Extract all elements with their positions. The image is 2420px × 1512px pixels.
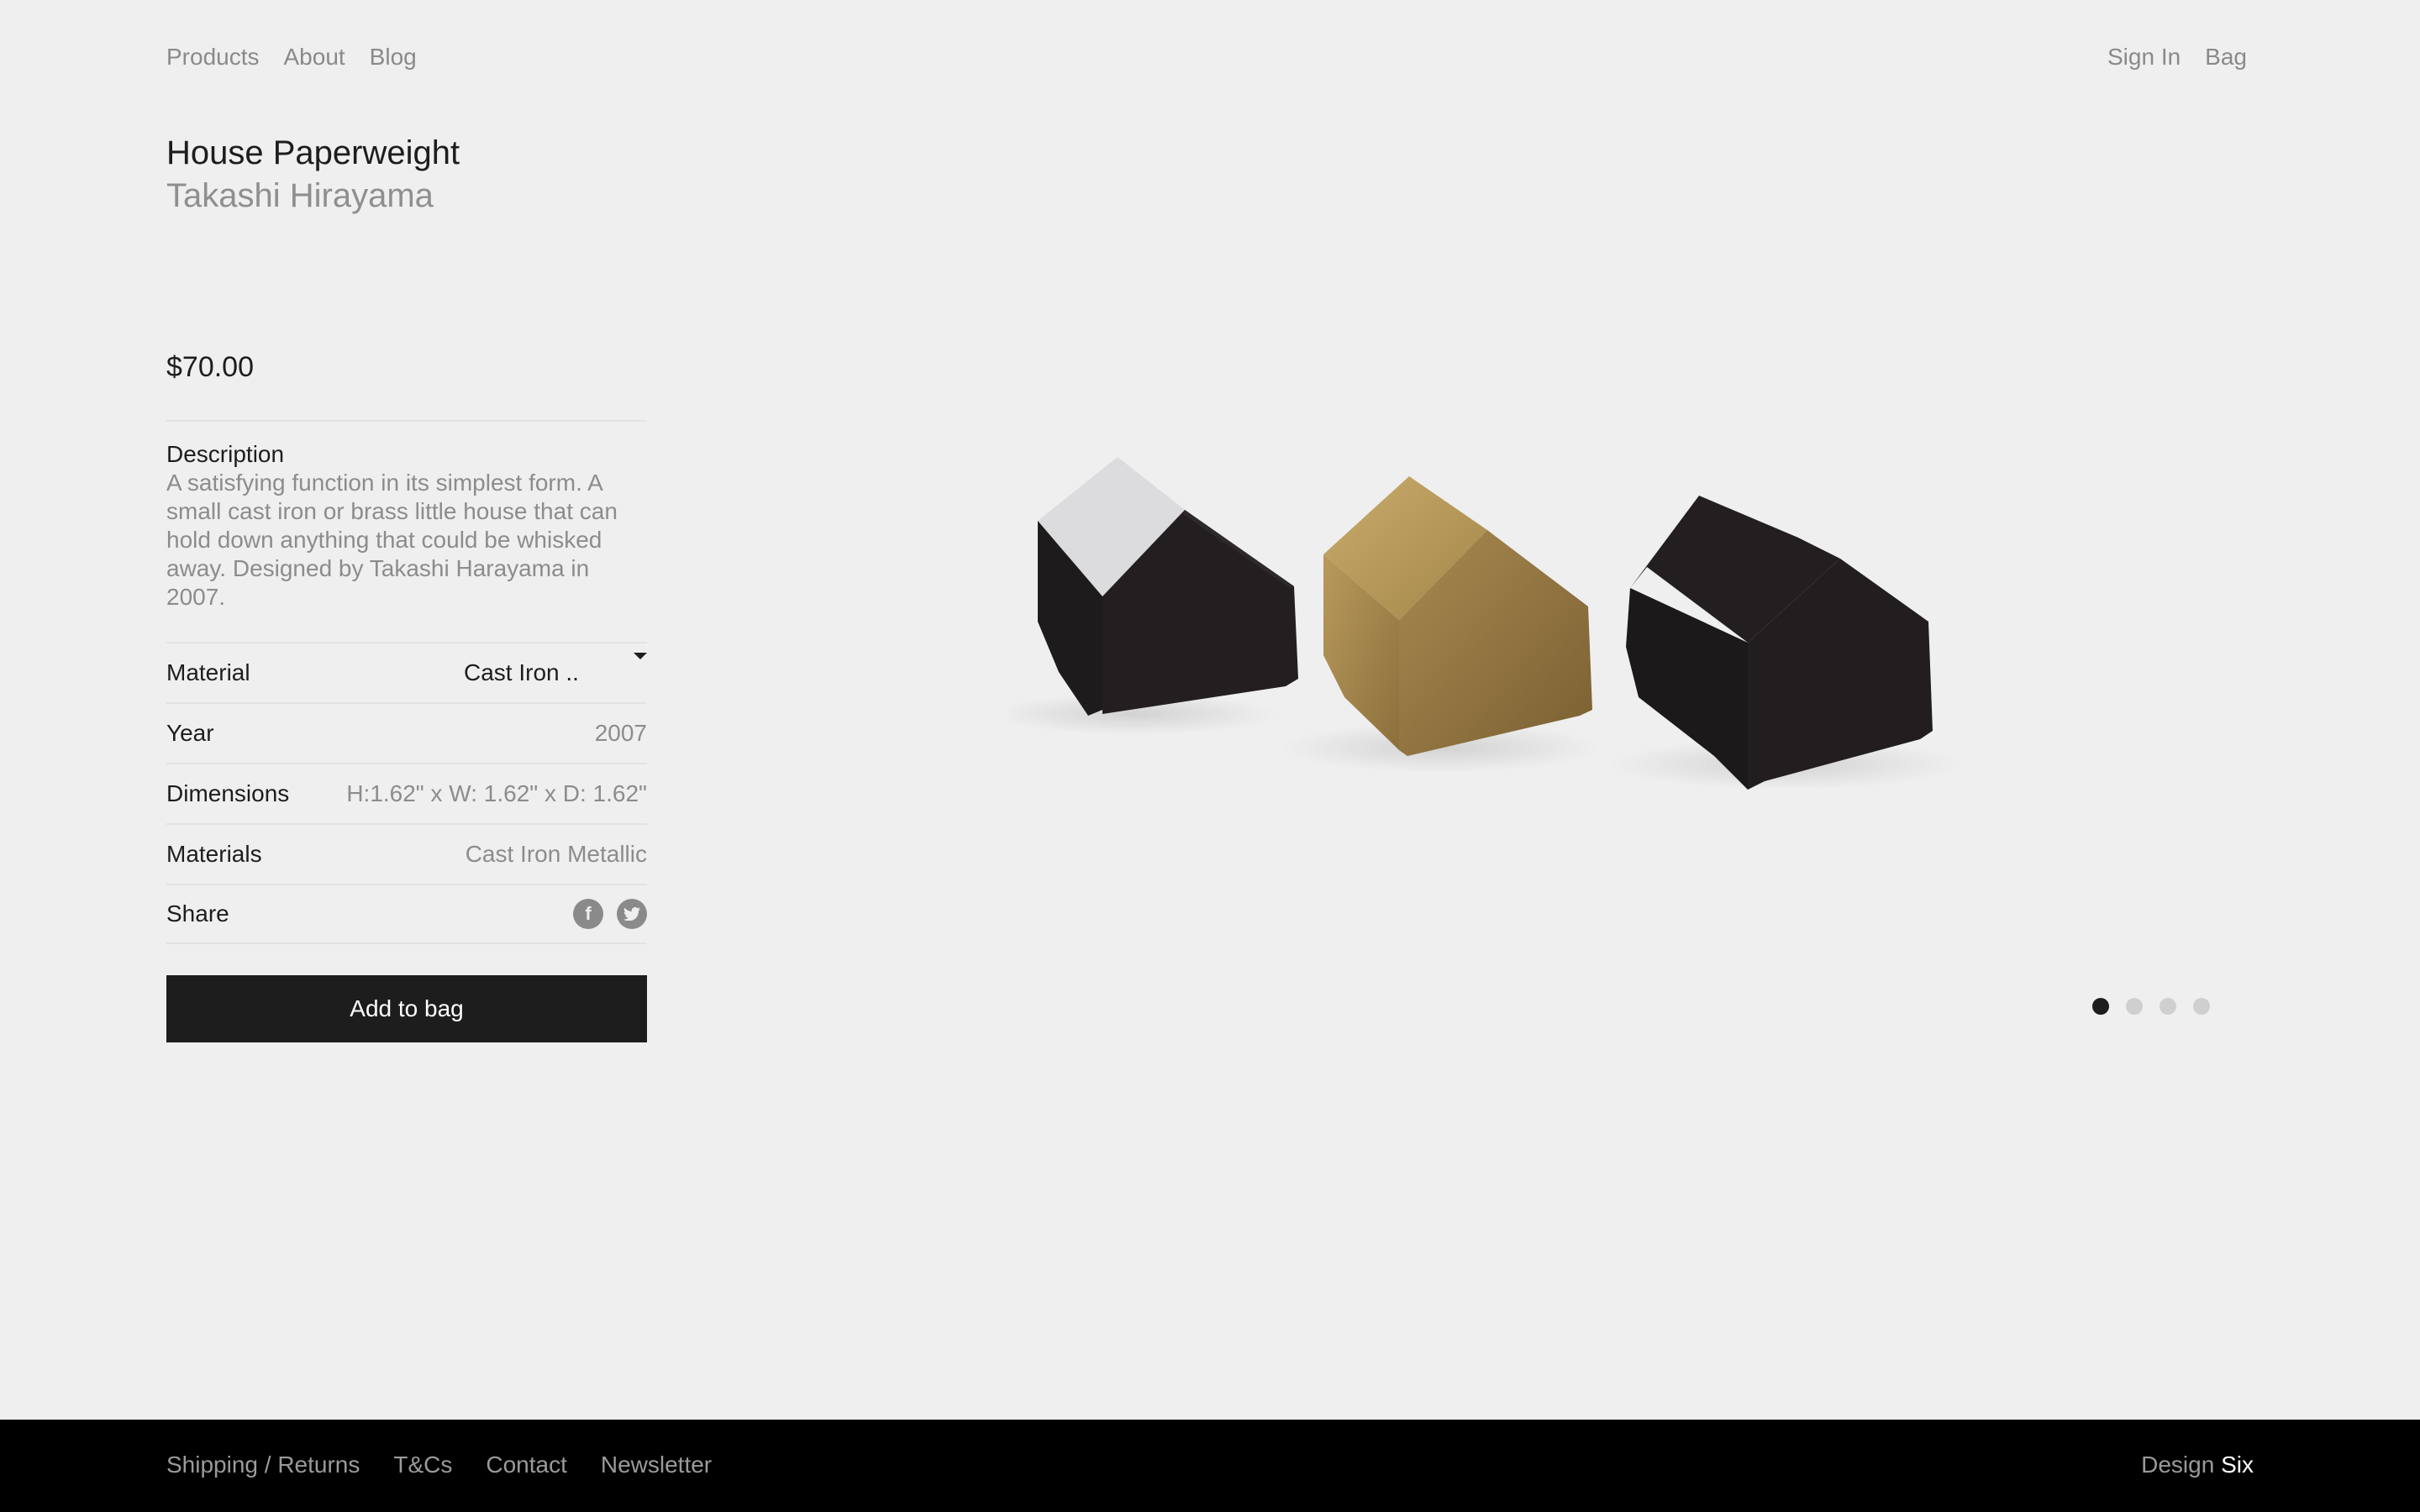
product-title: House Paperweight xyxy=(166,134,460,171)
dimensions-value: H:1.62" x W: 1.62" x D: 1.62" xyxy=(346,780,647,806)
material-row: Material Cast Iron .. xyxy=(166,642,647,702)
facebook-icon[interactable]: f xyxy=(573,899,603,929)
shipping-returns-link[interactable]: Shipping / Returns xyxy=(166,1452,360,1478)
bag-link[interactable]: Bag xyxy=(2205,44,2247,71)
terms-link[interactable]: T&Cs xyxy=(393,1452,452,1478)
share-row: Share f xyxy=(166,884,647,944)
twitter-icon[interactable] xyxy=(617,899,647,929)
account-nav: Sign In Bag xyxy=(2107,44,2247,71)
year-label: Year xyxy=(166,720,214,746)
nav-blog-link[interactable]: Blog xyxy=(370,44,417,71)
material-select[interactable]: Cast Iron .. xyxy=(464,653,647,686)
material-label: Material xyxy=(166,659,250,685)
house-brass xyxy=(1281,476,1601,773)
newsletter-link[interactable]: Newsletter xyxy=(601,1452,712,1478)
description-text: A satisfying function in its simplest fo… xyxy=(166,470,618,610)
materials-label: Materials xyxy=(166,841,262,867)
product-details: Description A satisfying function in its… xyxy=(166,420,647,944)
nav-products-link[interactable]: Products xyxy=(166,44,260,71)
brand-strong: Six xyxy=(2221,1452,2254,1478)
nav-about-link[interactable]: About xyxy=(284,44,345,71)
description-block: Description A satisfying function in its… xyxy=(166,422,647,642)
dimensions-row: Dimensions H:1.62" x W: 1.62" x D: 1.62" xyxy=(166,763,647,823)
site-footer: Shipping / Returns T&Cs Contact Newslett… xyxy=(0,1420,2420,1512)
materials-value: Cast Iron Metallic xyxy=(465,841,647,867)
primary-nav: Products About Blog xyxy=(166,44,417,71)
share-label: Share xyxy=(166,900,229,927)
carousel-dot[interactable] xyxy=(2160,998,2176,1015)
caret-down-icon xyxy=(634,653,647,659)
share-icons: f xyxy=(573,899,647,929)
footer-links: Shipping / Returns T&Cs Contact Newslett… xyxy=(166,1452,712,1478)
contact-link[interactable]: Contact xyxy=(486,1452,567,1478)
add-to-bag-button[interactable]: Add to bag xyxy=(166,975,647,1042)
year-row: Year 2007 xyxy=(166,702,647,763)
description-label: Description xyxy=(166,441,285,467)
dimensions-label: Dimensions xyxy=(166,780,290,806)
product-price: $70.00 xyxy=(166,351,254,383)
sign-in-link[interactable]: Sign In xyxy=(2107,44,2181,71)
brand-light: Design xyxy=(2141,1452,2215,1478)
carousel-dot[interactable] xyxy=(2126,998,2143,1015)
product-designer: Takashi Hirayama xyxy=(166,177,434,214)
house-black xyxy=(1609,496,1962,790)
materials-row: Materials Cast Iron Metallic xyxy=(166,823,647,884)
twitter-bird-glyph xyxy=(623,907,640,921)
carousel-dot[interactable] xyxy=(2193,998,2210,1015)
footer-brand: Design Six xyxy=(2141,1452,2254,1478)
carousel-dot[interactable] xyxy=(2092,998,2109,1015)
year-value: 2007 xyxy=(594,720,647,746)
material-selected-value: Cast Iron .. xyxy=(464,659,579,685)
product-image xyxy=(1008,457,1962,790)
house-white-roof xyxy=(1008,457,1298,735)
carousel-dots xyxy=(2092,998,2210,1015)
